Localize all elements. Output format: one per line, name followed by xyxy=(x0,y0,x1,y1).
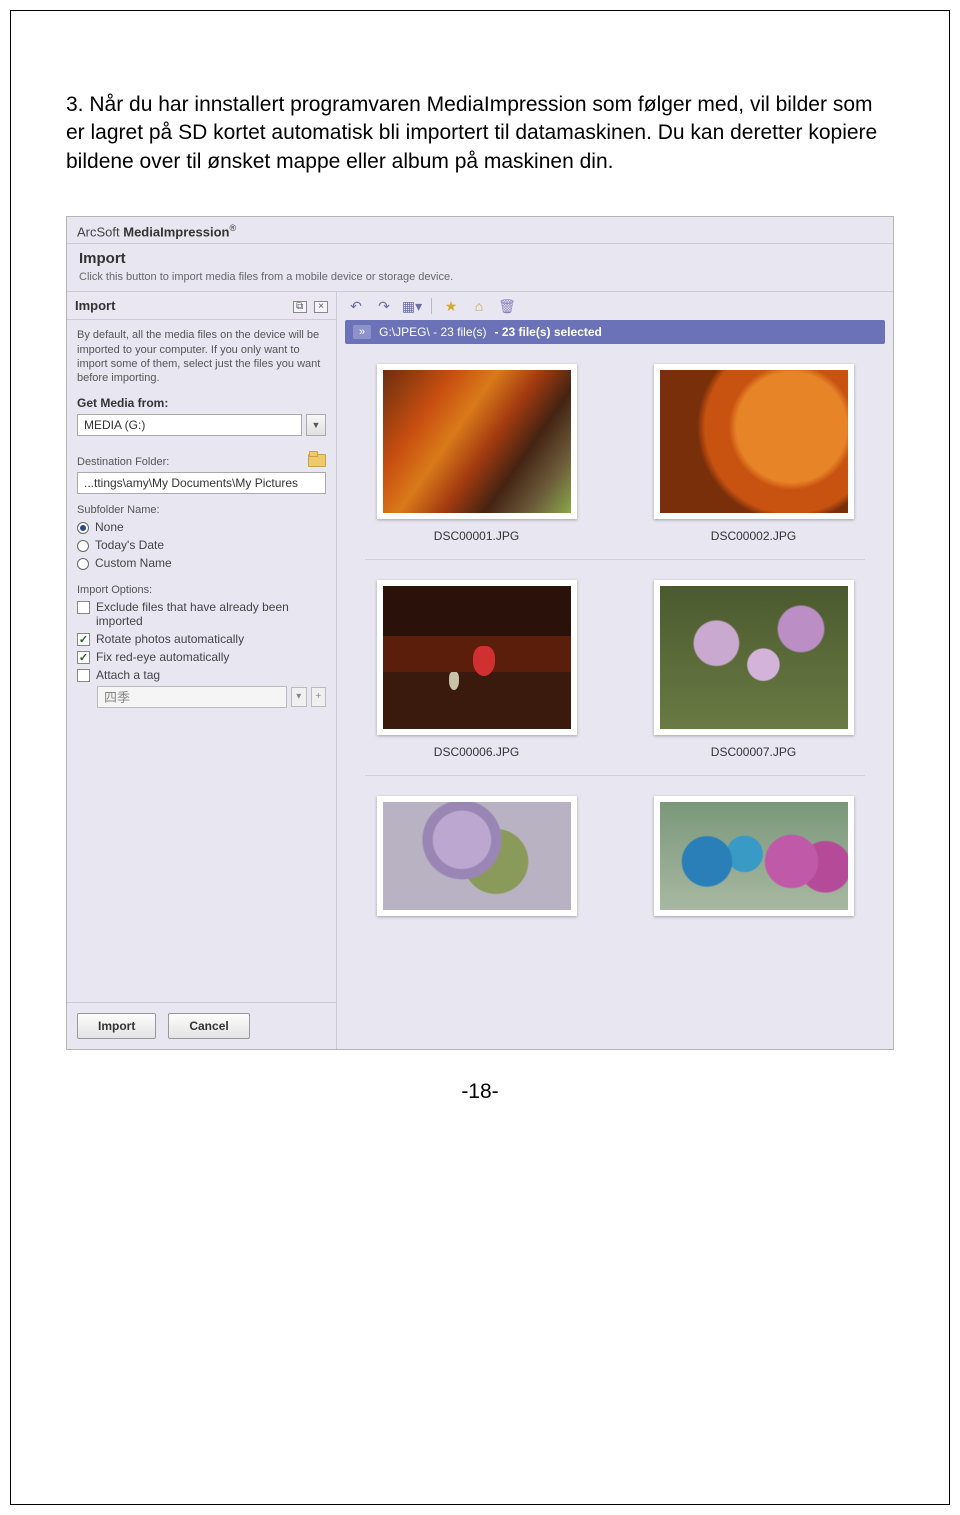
thumbnail-image xyxy=(377,580,577,735)
path-chip: » xyxy=(353,325,371,339)
section-header: Import xyxy=(67,244,893,271)
thumbnail-item[interactable] xyxy=(628,796,879,916)
media-source-select[interactable] xyxy=(77,414,302,436)
radio-today[interactable]: Today's Date xyxy=(77,538,326,552)
panel-help-text: By default, all the media files on the d… xyxy=(77,328,326,385)
thumbnail-item[interactable]: DSC00007.JPG xyxy=(628,580,879,759)
tag-icon[interactable]: ⌂ xyxy=(470,298,488,314)
instruction-number: 3. xyxy=(66,93,84,116)
panel-detach-icon[interactable]: ⧉ xyxy=(293,301,307,313)
panel-close-icon[interactable]: × xyxy=(314,301,328,313)
thumbnail-image xyxy=(654,364,854,519)
preview-icon[interactable]: ▦▾ xyxy=(403,298,421,314)
media-source-dropdown-icon[interactable]: ▼ xyxy=(306,414,326,436)
instruction-text: 3. Når du har innstallert programvaren M… xyxy=(66,91,894,176)
thumb-separator xyxy=(365,559,865,560)
check-attach-tag[interactable]: Attach a tag xyxy=(77,668,326,682)
product-text: MediaImpression xyxy=(123,224,229,239)
thumbnail-caption: DSC00007.JPG xyxy=(628,745,879,759)
titlebar: ArcSoft MediaImpression® xyxy=(67,217,893,244)
thumbnail-image xyxy=(377,796,577,916)
right-panel: ↶ ↷ ▦▾ ★ ⌂ 🗑 » G:\JPEG\ - 23 file(s) - 2… xyxy=(337,292,893,1048)
thumbnail-image xyxy=(377,364,577,519)
toolbar-separator xyxy=(431,298,432,314)
section-title: Import xyxy=(79,250,881,267)
instruction-body: Når du har innstallert programvaren Medi… xyxy=(66,93,877,173)
check-rotate-label: Rotate photos automatically xyxy=(96,632,244,646)
radio-icon xyxy=(77,558,89,570)
radio-today-label: Today's Date xyxy=(95,538,164,552)
panel-title: Import xyxy=(75,298,115,313)
path-bar[interactable]: » G:\JPEG\ - 23 file(s) - 23 file(s) sel… xyxy=(345,320,885,344)
path-selected-count: - 23 file(s) selected xyxy=(494,325,601,339)
tag-add-icon: + xyxy=(311,687,327,707)
rotate-right-icon[interactable]: ↷ xyxy=(375,298,393,314)
thumbnail-caption: DSC00006.JPG xyxy=(351,745,602,759)
thumbnail-item[interactable] xyxy=(351,796,602,916)
thumbnail-caption: DSC00002.JPG xyxy=(628,529,879,543)
radio-custom[interactable]: Custom Name xyxy=(77,556,326,570)
destination-label: Destination Folder: xyxy=(77,456,169,468)
panel-header: Import ⧉ × xyxy=(67,292,336,320)
check-exclude-label: Exclude files that have already been imp… xyxy=(96,600,326,628)
thumbnail-image xyxy=(654,580,854,735)
checkbox-icon xyxy=(77,651,90,664)
radio-none-label: None xyxy=(95,520,124,534)
trademark-sup: ® xyxy=(229,223,236,233)
thumbnail-item[interactable]: DSC00002.JPG xyxy=(628,364,879,543)
page-number: -18- xyxy=(66,1080,894,1104)
check-rotate[interactable]: Rotate photos automatically xyxy=(77,632,326,646)
checkbox-icon xyxy=(77,601,90,614)
left-panel: Import ⧉ × By default, all the media fil… xyxy=(67,292,337,1048)
toolbar: ↶ ↷ ▦▾ ★ ⌂ 🗑 xyxy=(337,292,893,320)
thumbnail-item[interactable]: DSC00001.JPG xyxy=(351,364,602,543)
browse-folder-icon[interactable] xyxy=(308,451,326,467)
thumbnail-item[interactable]: DSC00006.JPG xyxy=(351,580,602,759)
tag-dropdown-icon: ▾ xyxy=(291,687,307,707)
subfolder-label: Subfolder Name: xyxy=(77,504,326,516)
app-window: ArcSoft MediaImpression® Import Click th… xyxy=(66,216,894,1050)
radio-custom-label: Custom Name xyxy=(95,556,172,570)
thumbnail-image xyxy=(654,796,854,916)
options-label: Import Options: xyxy=(77,584,326,596)
check-redeye[interactable]: Fix red-eye automatically xyxy=(77,650,326,664)
section-description: Click this button to import media files … xyxy=(67,271,893,292)
star-icon[interactable]: ★ xyxy=(442,298,460,314)
import-button[interactable]: Import xyxy=(77,1013,156,1039)
thumb-separator xyxy=(365,775,865,776)
tag-input xyxy=(97,686,287,708)
delete-icon[interactable]: 🗑 xyxy=(498,298,516,314)
check-exclude[interactable]: Exclude files that have already been imp… xyxy=(77,600,326,628)
radio-none[interactable]: None xyxy=(77,520,326,534)
check-redeye-label: Fix red-eye automatically xyxy=(96,650,229,664)
radio-icon xyxy=(77,540,89,552)
thumbnail-caption: DSC00001.JPG xyxy=(351,529,602,543)
radio-icon xyxy=(77,522,89,534)
path-text: G:\JPEG\ - 23 file(s) xyxy=(379,325,486,339)
get-media-label: Get Media from: xyxy=(77,396,326,410)
check-attach-label: Attach a tag xyxy=(96,668,160,682)
checkbox-icon xyxy=(77,669,90,682)
rotate-left-icon[interactable]: ↶ xyxy=(347,298,365,314)
brand-text: ArcSoft xyxy=(77,224,120,239)
checkbox-icon xyxy=(77,633,90,646)
cancel-button[interactable]: Cancel xyxy=(168,1013,249,1039)
destination-input[interactable] xyxy=(77,472,326,494)
